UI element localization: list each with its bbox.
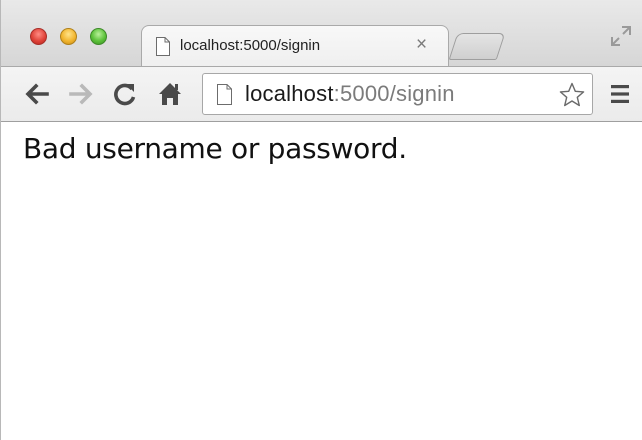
- browser-toolbar: localhost:5000/signin: [1, 66, 642, 122]
- arrow-left-icon[interactable]: [23, 80, 51, 108]
- fullscreen-icon[interactable]: [609, 24, 633, 48]
- tab-title: localhost:5000/signin: [180, 37, 321, 54]
- home-icon[interactable]: [156, 80, 184, 108]
- page-content: Bad username or password.: [1, 122, 642, 440]
- minimize-window-button[interactable]: [60, 28, 77, 45]
- page-icon: [156, 37, 170, 56]
- hamburger-icon[interactable]: [609, 81, 631, 107]
- url-path: :5000/signin: [333, 81, 455, 106]
- tab-active[interactable]: localhost:5000/signin ×: [141, 25, 449, 67]
- star-icon[interactable]: [558, 81, 586, 109]
- arrow-right-icon[interactable]: [67, 80, 95, 108]
- reload-icon[interactable]: [111, 80, 139, 108]
- close-window-button[interactable]: [30, 28, 47, 45]
- tab-close-icon[interactable]: ×: [416, 34, 427, 56]
- address-bar[interactable]: localhost:5000/signin: [202, 73, 593, 115]
- url-text[interactable]: localhost:5000/signin: [245, 81, 455, 107]
- new-tab-button[interactable]: [448, 33, 506, 60]
- zoom-window-button[interactable]: [90, 28, 107, 45]
- browser-window: localhost:5000/signin × localhost:5000/s…: [0, 0, 642, 440]
- page-icon: [217, 84, 232, 105]
- url-host: localhost: [245, 81, 334, 106]
- error-message: Bad username or password.: [23, 132, 407, 165]
- tab-strip: localhost:5000/signin ×: [1, 0, 642, 67]
